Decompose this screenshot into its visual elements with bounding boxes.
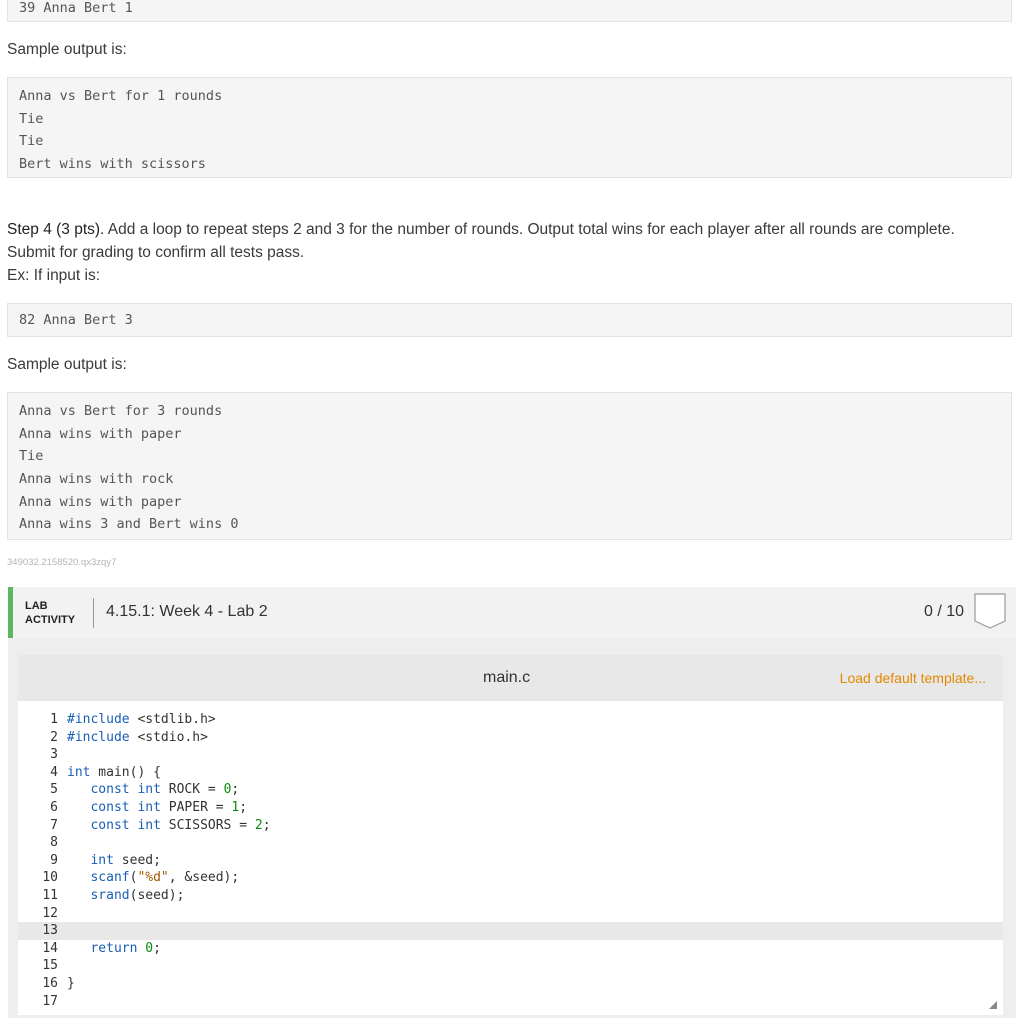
output-line: Tie	[19, 110, 44, 127]
output-line: Bert wins with scissors	[19, 156, 206, 173]
step3-output-box: Anna vs Bert for 1 rounds Tie Tie Bert w…	[7, 77, 1012, 178]
step4-output-box: Anna vs Bert for 3 rounds Anna wins with…	[7, 392, 1012, 540]
code-line: 4 int main() {	[50, 764, 161, 780]
lab-tag-line1: LAB	[25, 600, 48, 612]
editor-toolbar: main.c Load default template...	[18, 655, 1003, 701]
editor-filename: main.c	[483, 669, 531, 686]
code-line: 12	[42, 905, 58, 921]
load-default-template-link[interactable]: Load default template...	[840, 670, 986, 686]
step4-input-box: 82 Anna Bert 3	[7, 303, 1012, 337]
code-line: 8	[50, 835, 58, 851]
output-line: Anna wins with rock	[19, 471, 174, 488]
output-line: Anna wins with paper	[19, 493, 182, 510]
input-line: 82 Anna Bert 3	[19, 312, 133, 328]
code-textarea[interactable]: 1 #include <stdlib.h> 2 #include <stdio.h>…	[18, 711, 1003, 1011]
code-line: 10 scanf("%d", &seed);	[42, 870, 240, 886]
code-line: 11 srand(seed);	[42, 887, 185, 903]
code-line: 17	[42, 993, 58, 1009]
step4-example-text: Ex: If input is:	[7, 267, 101, 284]
code-line: 1 #include <stdlib.h>	[50, 712, 216, 727]
previous-input-box: 39 Anna Bert 1	[7, 0, 1012, 22]
output-line: Anna vs Bert for 1 rounds	[19, 88, 223, 104]
output-line: Anna wins with paper	[19, 425, 182, 442]
input-line: 39 Anna Bert 1	[19, 0, 133, 16]
code-line: 15	[42, 958, 58, 974]
step4-submit-text: Submit for grading to confirm all tests …	[7, 244, 305, 261]
code-line: 3	[50, 747, 58, 763]
code-line: 2 #include <stdio.h>	[50, 729, 208, 745]
step4-text: Add a loop to repeat steps 2 and 3 for t…	[104, 221, 955, 238]
lab-activity-tag: LAB ACTIVITY	[25, 599, 75, 627]
output-line: Tie	[19, 133, 44, 150]
code-line-active: 13	[18, 922, 1003, 940]
lab-score: 0 / 10	[923, 603, 964, 620]
header-divider	[93, 598, 94, 628]
lab-tag-line2: ACTIVITY	[25, 614, 76, 626]
completion-badge-icon	[974, 593, 1006, 629]
step3-sample-label: Sample output is:	[7, 41, 127, 58]
code-line: 5 const int ROCK = 0;	[50, 782, 240, 798]
page: 39 Anna Bert 1 Sample output is: Anna vs…	[0, 0, 1024, 1018]
lab-header: LAB ACTIVITY 4.15.1: Week 4 - Lab 2 0 / …	[8, 587, 1016, 638]
code-line: 6 const int PAPER = 1;	[50, 799, 248, 815]
step4-sample-label: Sample output is:	[7, 356, 127, 373]
lab-title: 4.15.1: Week 4 - Lab 2	[106, 603, 268, 620]
code-line: 16}	[42, 975, 75, 991]
resize-handle-icon[interactable]	[989, 1001, 997, 1009]
output-line: Anna wins 3 and Bert wins 0	[19, 516, 239, 533]
step4-heading: Step 4 (3 pts).	[7, 221, 105, 238]
lab-activity-panel: LAB ACTIVITY 4.15.1: Week 4 - Lab 2 0 / …	[8, 587, 1016, 1018]
step4-description: Step 4 (3 pts). Add a loop to repeat ste…	[7, 218, 1017, 287]
code-line: 14 return 0;	[42, 940, 161, 956]
code-editor: main.c Load default template... 1 #includ…	[18, 655, 1003, 1015]
output-line: Tie	[19, 448, 44, 465]
activity-id: 349032.2158520.qx3zqy7	[7, 557, 117, 568]
code-line: 7 const int SCISSORS = 2;	[50, 817, 271, 833]
code-line: 9 int seed;	[50, 852, 161, 868]
output-line: Anna vs Bert for 3 rounds	[19, 403, 223, 419]
